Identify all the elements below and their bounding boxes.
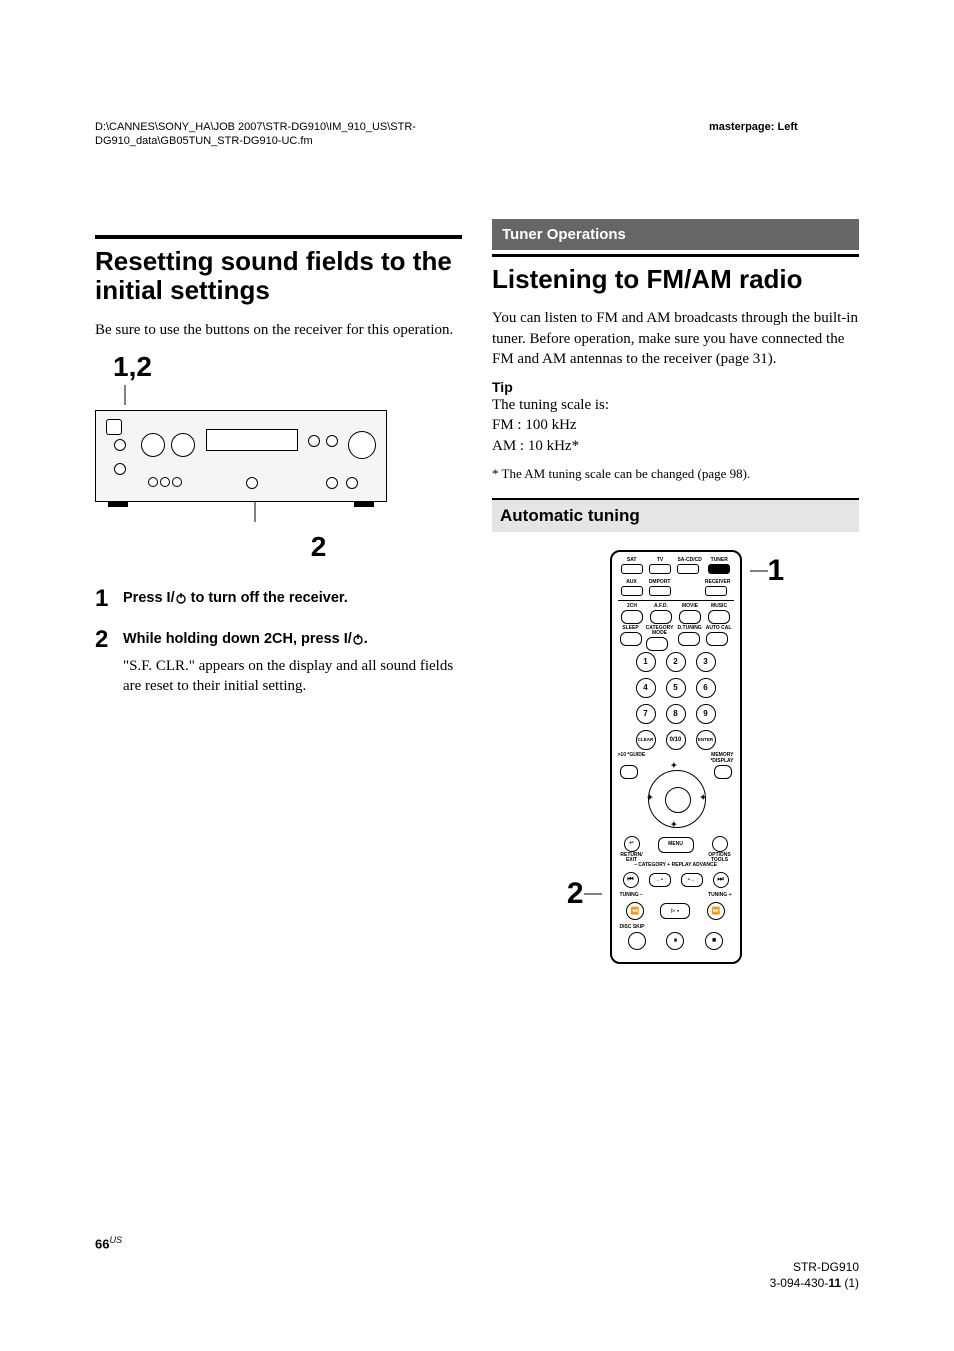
step-number: 2 — [95, 628, 123, 696]
callout-1: 1 — [768, 556, 785, 586]
callout-2-wrap: 2 — [567, 879, 602, 909]
tip-heading: Tip — [492, 379, 859, 395]
disc-skip-label: DISC SKIP — [620, 924, 645, 930]
diagram-label-bottom: 2 — [95, 531, 462, 563]
step-2-title: While holding down 2CH, press I/. — [123, 630, 462, 650]
right-title: Listening to FM/AM radio — [492, 265, 859, 295]
step-1: 1 Press I/ to turn off the receiver. — [95, 587, 462, 615]
section-rule — [95, 235, 462, 239]
left-intro: Be sure to use the buttons on the receiv… — [95, 320, 462, 340]
power-icon — [175, 592, 187, 604]
receiver-illustration — [95, 410, 387, 502]
step-number: 1 — [95, 587, 123, 615]
file-path-header: D:\CANNES\SONY_HA\JOB 2007\STR-DG910\IM_… — [95, 120, 859, 149]
step-2-desc: "S.F. CLR." appears on the display and a… — [123, 656, 462, 697]
left-column: Resetting sound fields to the initial se… — [95, 219, 462, 964]
remote-illustration: SAT TV SA-CD/CD TUNER AUX DMPORT . RECEI… — [610, 550, 742, 964]
section-rule — [492, 254, 859, 257]
remote-diagram: 2 SAT TV SA-CD/CD TUNER AUX DMPORT — [492, 550, 859, 964]
power-icon — [352, 633, 364, 645]
footnote: * The AM tuning scale can be changed (pa… — [492, 466, 859, 482]
leader-line-bottom — [95, 502, 385, 522]
doc-id-footer: STR-DG910 3-094-430-11 (1) — [770, 1259, 859, 1291]
callout-2: 2 — [567, 879, 584, 909]
left-title: Resetting sound fields to the initial se… — [95, 247, 462, 307]
model-name: STR-DG910 — [770, 1259, 859, 1275]
tip-line: The tuning scale is: — [492, 395, 859, 415]
category-label: – CATEGORY + REPLAY ADVANCE — [612, 862, 740, 868]
diagram-label-top: 1,2 — [95, 351, 462, 383]
guide-label: >10 *GUIDE — [618, 752, 648, 758]
leader-line — [750, 567, 768, 575]
receiver-diagram: 1,2 — [95, 351, 462, 563]
sub-heading: Automatic tuning — [492, 498, 859, 532]
masterpage-indicator: masterpage: Left — [709, 120, 859, 149]
step-list: 1 Press I/ to turn off the receiver. 2 W… — [95, 587, 462, 697]
leader-line-top — [95, 385, 385, 405]
section-heading: Tuner Operations — [492, 219, 859, 250]
tip-line: FM : 100 kHz — [492, 415, 859, 435]
right-column: Tuner Operations Listening to FM/AM radi… — [492, 219, 859, 964]
callout-1-wrap: 1 — [750, 556, 785, 586]
memory-label: MEMORY *DISPLAY — [702, 752, 734, 764]
tip-line: AM : 10 kHz* — [492, 436, 859, 456]
masterpage-value: Left — [777, 121, 797, 133]
step-1-title: Press I/ to turn off the receiver. — [123, 589, 462, 609]
document-page: D:\CANNES\SONY_HA\JOB 2007\STR-DG910\IM_… — [0, 0, 954, 1351]
file-path: D:\CANNES\SONY_HA\JOB 2007\STR-DG910\IM_… — [95, 120, 525, 149]
step-2: 2 While holding down 2CH, press I/. "S.F… — [95, 628, 462, 696]
right-paragraph: You can listen to FM and AM broadcasts t… — [492, 308, 859, 369]
leader-line — [584, 890, 602, 898]
page-number: 66US — [95, 1235, 122, 1251]
masterpage-label: masterpage: — [709, 121, 774, 133]
